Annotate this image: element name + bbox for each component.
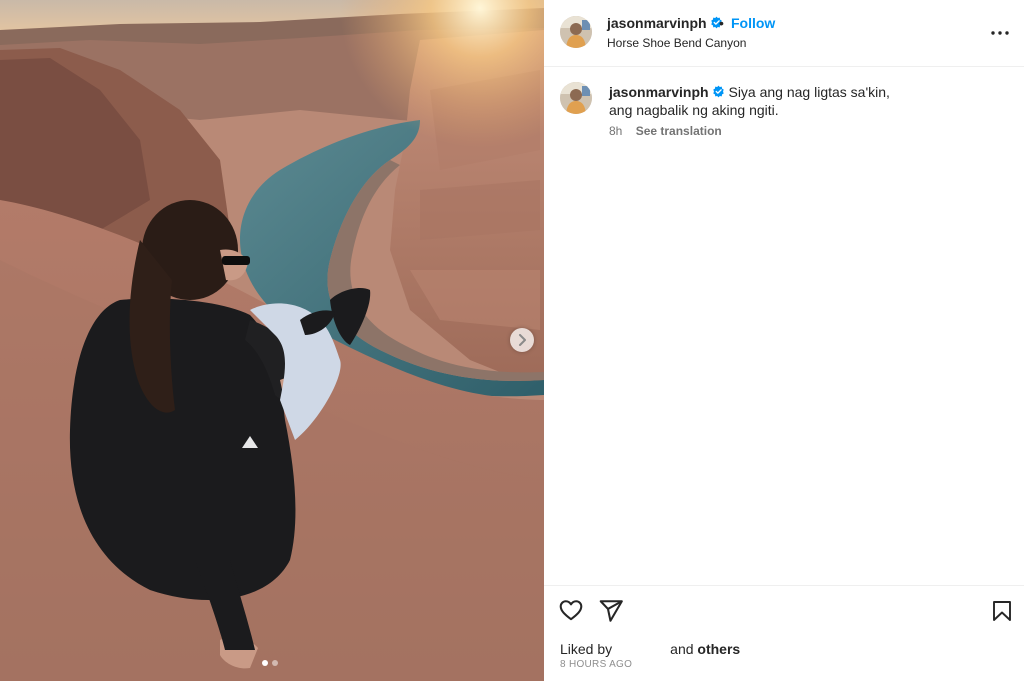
carousel-dot xyxy=(272,660,278,666)
post-header: jasonmarvinph • Follow Horse Shoe Bend C… xyxy=(544,0,1024,67)
save-button[interactable] xyxy=(990,598,1016,624)
post-location[interactable]: Horse Shoe Bend Canyon xyxy=(607,36,746,50)
caption-time[interactable]: 8h xyxy=(609,124,622,138)
post-side-panel: jasonmarvinph • Follow Horse Shoe Bend C… xyxy=(544,0,1024,681)
carousel-indicator xyxy=(262,660,278,666)
caption-author-avatar[interactable] xyxy=(560,82,592,114)
follow-button[interactable]: Follow xyxy=(731,15,775,31)
avatar-image xyxy=(560,16,592,48)
and-label: and xyxy=(670,641,694,657)
like-heart-icon xyxy=(559,600,583,621)
author-avatar[interactable] xyxy=(560,16,592,48)
separator-bullet: • xyxy=(719,15,724,31)
post-photo xyxy=(0,0,544,681)
caption-username[interactable]: jasonmarvinph xyxy=(609,84,709,100)
share-direct-icon xyxy=(599,600,623,622)
post-timestamp[interactable]: 8 HOURS AGO xyxy=(560,659,632,670)
caption-line-2: ang nagbalik ng aking ngiti. xyxy=(609,102,779,118)
likes-others-link[interactable]: and others xyxy=(670,641,740,657)
like-button[interactable] xyxy=(558,597,584,623)
carousel-dot-active xyxy=(262,660,268,666)
chevron-right-icon xyxy=(519,334,526,346)
save-bookmark-icon xyxy=(993,601,1011,621)
caption-line-1: Siya ang nag ligtas sa'kin, xyxy=(728,84,890,100)
others-label: others xyxy=(697,641,741,657)
carousel-next-button[interactable] xyxy=(510,328,534,352)
caption-meta: 8h See translation xyxy=(609,124,722,138)
liked-by-line: Liked by and others xyxy=(560,641,740,657)
canyon-photo-illustration xyxy=(0,0,544,681)
verified-badge-icon xyxy=(712,85,724,98)
share-button[interactable] xyxy=(598,598,624,624)
more-options-button[interactable] xyxy=(988,22,1012,42)
post-actions: Liked by and others 8 HOURS AGO xyxy=(544,585,1024,681)
more-options-icon xyxy=(991,31,1009,35)
see-translation-button[interactable]: See translation xyxy=(636,124,722,138)
avatar-image xyxy=(560,82,592,114)
caption-text: jasonmarvinph Siya ang nag ligtas sa'kin… xyxy=(609,83,989,119)
liked-by-label: Liked by xyxy=(560,641,613,657)
author-username[interactable]: jasonmarvinph xyxy=(607,15,723,31)
